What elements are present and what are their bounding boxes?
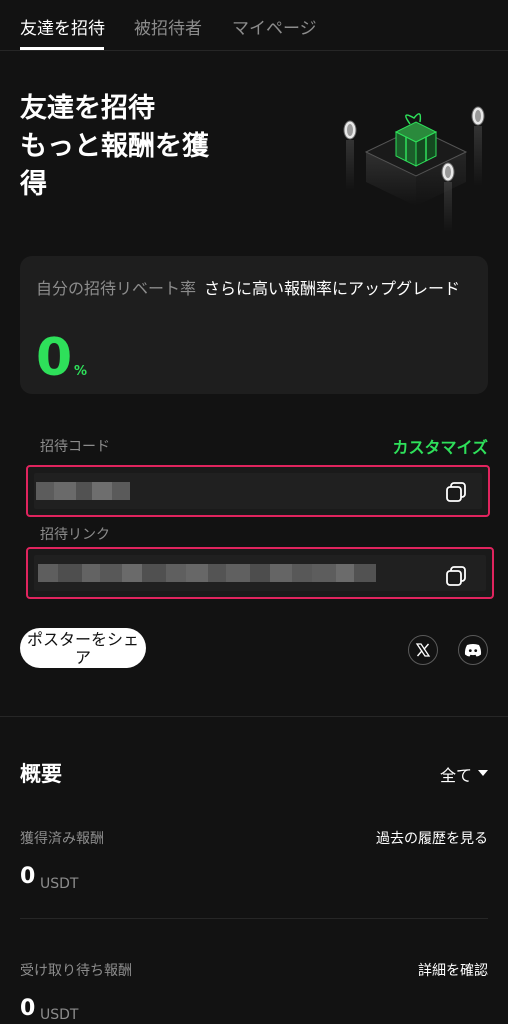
hero-title-line: もっと報酬を獲	[20, 131, 209, 162]
hero-title-line: 友達を招待	[20, 93, 155, 124]
x-share-button[interactable]	[408, 635, 438, 665]
rebate-card: 自分の招待リベート率 さらに高い報酬率にアップグレード 0 %	[20, 256, 488, 394]
hero-title-line: 得	[20, 169, 47, 200]
rebate-rate-value: 0	[36, 328, 73, 388]
copy-icon[interactable]	[444, 564, 468, 588]
x-twitter-icon	[415, 643, 431, 657]
pending-rewards-value: 0	[20, 996, 36, 1021]
invite-code-masked-text	[36, 482, 130, 500]
view-details-link[interactable]: 詳細を確認	[418, 960, 488, 980]
share-poster-button[interactable]: ポスターをシェア	[20, 628, 146, 668]
invite-code-label: 招待コード	[40, 439, 110, 455]
rebate-rate-label: 自分の招待リベート率	[36, 279, 197, 298]
upgrade-rate-link[interactable]: さらに高い報酬率にアップグレード	[204, 276, 474, 301]
overview-filter-dropdown[interactable]: 全て	[440, 762, 472, 786]
tab-bar: 友達を招待 被招待者 マイページ	[0, 0, 508, 51]
overview-title: 概要	[20, 762, 62, 786]
earned-rewards-unit: USDT	[40, 876, 79, 892]
stat-divider	[20, 918, 488, 919]
invite-code-field	[26, 465, 490, 517]
copy-icon[interactable]	[444, 480, 468, 504]
hero-title: 友達を招待 もっと報酬を獲 得	[20, 90, 250, 204]
customize-code-link[interactable]: カスタマイズ	[392, 434, 488, 458]
view-history-link[interactable]: 過去の履歴を見る	[376, 828, 488, 848]
section-divider	[0, 716, 508, 717]
invite-link-masked-text	[38, 564, 376, 582]
invite-link-field	[26, 547, 494, 599]
active-tab-indicator	[20, 47, 104, 50]
invite-link-label: 招待リンク	[40, 527, 110, 543]
gift-box-icon	[343, 106, 485, 232]
tab-my-page[interactable]: マイページ	[232, 14, 317, 39]
tab-invitees[interactable]: 被招待者	[134, 14, 202, 39]
chevron-down-icon[interactable]	[478, 770, 488, 776]
discord-share-button[interactable]	[458, 635, 488, 665]
invite-page: 友達を招待 被招待者 マイページ 友達を招待 もっと報酬を獲 得 自分の招待リベ…	[0, 0, 508, 1024]
tab-invite-friends[interactable]: 友達を招待	[20, 14, 105, 39]
discord-icon	[464, 644, 482, 657]
earned-rewards-value: 0	[20, 864, 36, 889]
rebate-rate-unit: %	[74, 364, 88, 379]
pending-rewards-unit: USDT	[40, 1007, 79, 1023]
pending-rewards-label: 受け取り待ち報酬	[20, 963, 132, 979]
earned-rewards-label: 獲得済み報酬	[20, 831, 104, 847]
